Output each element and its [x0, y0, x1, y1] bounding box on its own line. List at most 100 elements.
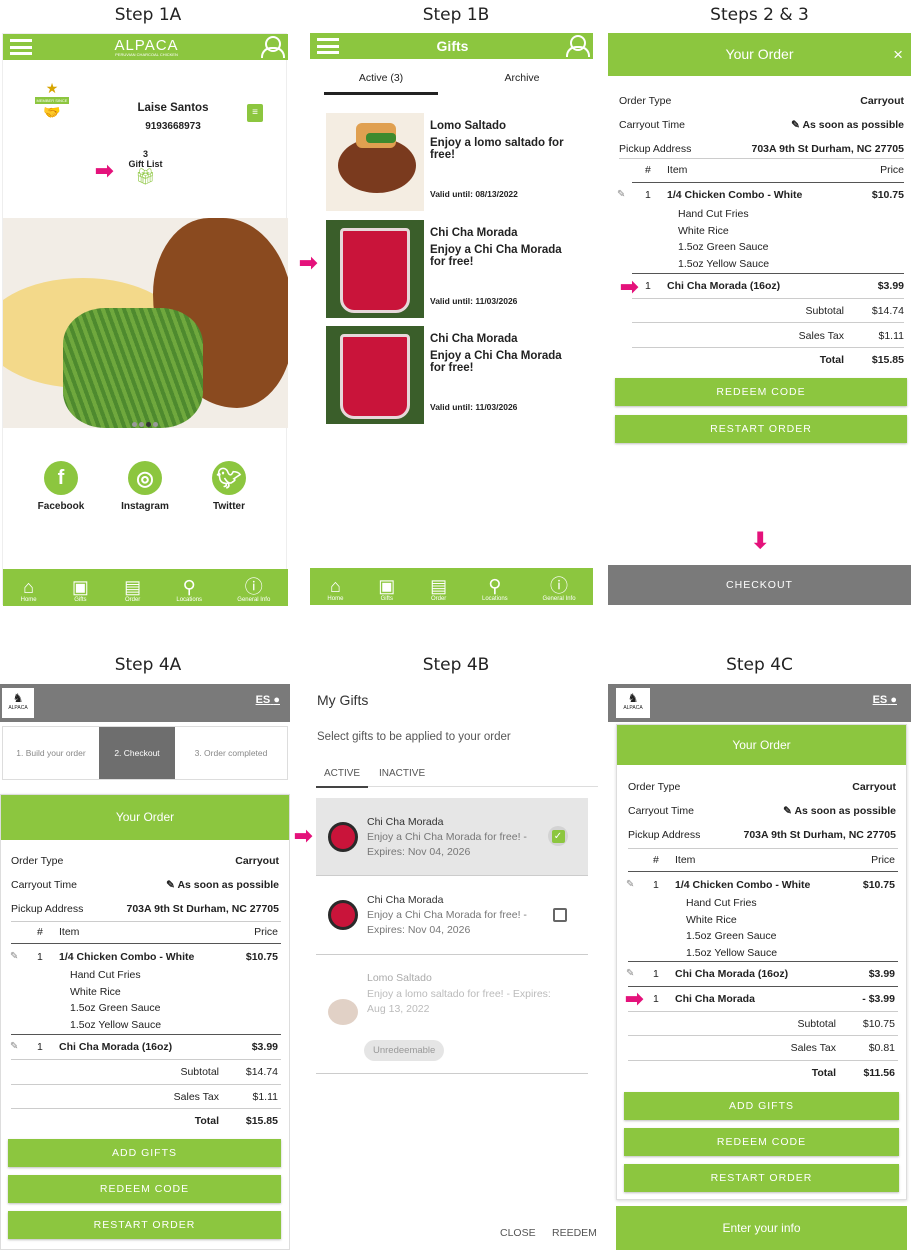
pin-icon: ⚲: [182, 577, 196, 597]
col-price: Price: [871, 854, 895, 866]
tab-inactive[interactable]: INACTIVE: [379, 768, 425, 779]
alpaca-logo[interactable]: ♞ ALPACA: [2, 688, 34, 718]
chicha-morada-image: [326, 326, 424, 424]
col-num: #: [653, 854, 659, 866]
restart-order-button[interactable]: RESTART ORDER: [624, 1164, 899, 1192]
gift-list-item-disabled: Lomo Saltado Enjoy a lomo saltado for fr…: [316, 955, 588, 1073]
pencil-icon[interactable]: ✎: [166, 879, 177, 891]
carousel-dots[interactable]: [131, 414, 159, 432]
modifier: 1.5oz Green Sauce: [678, 241, 769, 253]
nav-order[interactable]: ▤ Order: [124, 577, 141, 603]
gift-list-item[interactable]: Chi Cha Morada Enjoy a Chi Cha Morada fo…: [316, 876, 588, 953]
col-num: #: [37, 926, 43, 938]
nav-label: Home: [20, 597, 37, 603]
gift-list-item[interactable]: Chi Cha Morada Enjoy a Chi Cha Morada fo…: [316, 798, 588, 875]
total-label: Total: [194, 1115, 219, 1127]
pencil-icon[interactable]: ✎: [626, 879, 634, 890]
divider: [11, 921, 281, 922]
web-header: ♞ ALPACA ES ●: [608, 684, 911, 722]
gift-card[interactable]: Chi Cha Morada Enjoy a Chi Cha Morada fo…: [326, 220, 588, 318]
nav-label: General Info: [237, 597, 271, 603]
nav-general-info[interactable]: ⓘ General Info: [543, 576, 576, 602]
divider: [11, 1059, 281, 1060]
home-icon: ⌂: [23, 577, 35, 597]
step-23-screen: Your Order × Order Type Carryout Carryout…: [608, 33, 911, 605]
step-build-order[interactable]: 1. Build your order: [3, 727, 99, 779]
pencil-icon[interactable]: ✎: [791, 119, 802, 131]
check-icon: ✓: [551, 829, 565, 843]
menu-icon[interactable]: [317, 38, 339, 54]
gift-icon: 🎁︎: [135, 169, 156, 186]
language-toggle[interactable]: ES ●: [873, 694, 897, 706]
pickup-address-label: Pickup Address: [11, 903, 84, 915]
item-price: $3.99: [868, 968, 895, 980]
subtotal-value: $10.75: [862, 1018, 895, 1030]
modifier: 1.5oz Yellow Sauce: [686, 946, 778, 959]
pencil-icon[interactable]: ✎: [617, 189, 625, 200]
pencil-icon[interactable]: ✎: [783, 805, 794, 817]
gift-title: Lomo Saltado: [430, 120, 507, 132]
gift-valid-until: Valid until: 08/13/2022: [430, 189, 518, 199]
close-icon[interactable]: ×: [893, 33, 903, 76]
total-label: Total: [811, 1067, 836, 1079]
pencil-icon[interactable]: ✎: [10, 951, 18, 962]
gift-checkbox[interactable]: [553, 908, 567, 922]
nav-gifts[interactable]: ▣ Gifts: [378, 576, 395, 602]
add-gifts-button[interactable]: ADD GIFTS: [624, 1092, 899, 1120]
nav-general-info[interactable]: ⓘ General Info: [237, 577, 270, 603]
nav-home[interactable]: ⌂ Home: [21, 577, 37, 603]
pickup-address-value: 703A 9th St Durham, NC 27705: [743, 829, 896, 841]
receipt-icon[interactable]: ≡: [247, 104, 263, 122]
gift-description: Enjoy a Chi Cha Morada for free!: [430, 350, 562, 374]
my-gifts-title: My Gifts: [317, 692, 369, 708]
twitter-link[interactable]: 🐦︎ Twitter: [189, 461, 269, 512]
modifier: White Rice: [678, 224, 729, 237]
user-icon[interactable]: [565, 35, 590, 57]
nav-home[interactable]: ⌂ Home: [327, 576, 343, 602]
divider: [11, 1108, 281, 1109]
pencil-icon[interactable]: ✎: [10, 1041, 18, 1052]
close-button[interactable]: CLOSE: [500, 1227, 536, 1239]
gift-count: 3: [142, 149, 148, 159]
gift-card[interactable]: Chi Cha Morada Enjoy a Chi Cha Morada fo…: [326, 326, 588, 424]
gift-checkbox[interactable]: ✓: [548, 826, 568, 846]
pencil-icon[interactable]: ✎: [626, 968, 634, 979]
tab-active[interactable]: Active (3): [324, 67, 438, 95]
nav-locations[interactable]: ⚲ Locations: [482, 576, 508, 602]
col-num: #: [645, 164, 651, 176]
step-order-completed[interactable]: 3. Order completed: [175, 727, 287, 779]
checkout-button[interactable]: CHECKOUT: [608, 565, 911, 605]
gift-card[interactable]: Lomo Saltado Enjoy a lomo saltado for fr…: [326, 113, 588, 211]
redeem-code-button[interactable]: REDEEM CODE: [615, 378, 907, 406]
language-toggle[interactable]: ES ●: [256, 694, 280, 706]
gift-list-label: Gift List: [128, 159, 163, 169]
add-gifts-button[interactable]: ADD GIFTS: [8, 1139, 281, 1167]
nav-locations[interactable]: ⚲ Locations: [176, 577, 202, 603]
tab-active[interactable]: ACTIVE: [316, 768, 368, 788]
redeem-code-button[interactable]: REDEEM CODE: [624, 1128, 899, 1156]
enter-info-button[interactable]: Enter your info: [616, 1206, 907, 1250]
step-23-title: Steps 2 & 3: [710, 5, 809, 25]
nav-gifts[interactable]: ▣ Gifts: [72, 577, 89, 603]
user-icon[interactable]: [261, 36, 285, 58]
redeem-code-button[interactable]: REDEEM CODE: [8, 1175, 281, 1203]
menu-icon[interactable]: [10, 39, 32, 55]
item-modifiers: Hand Cut Fries White Rice 1.5oz Green Sa…: [70, 967, 161, 1033]
divider: [11, 1084, 281, 1085]
item-qty: 1: [653, 993, 659, 1005]
redeem-button[interactable]: REEDEM: [552, 1227, 597, 1239]
tab-archive[interactable]: Archive: [465, 67, 579, 95]
step-4a-title: Step 4A: [114, 655, 182, 675]
item-name: Chi Cha Morada: [675, 993, 755, 1005]
modifier: White Rice: [70, 985, 121, 998]
step-1a-screen: ALPACA PERUVIAN CHARCOAL CHICKEN ★ MEMBE…: [2, 33, 288, 606]
nav-order[interactable]: ▤ Order: [430, 576, 447, 602]
gift-list-link[interactable]: 3 Gift List 🎁︎: [113, 149, 178, 187]
facebook-link[interactable]: f Facebook: [21, 461, 101, 512]
instagram-link[interactable]: ◎ Instagram: [105, 461, 185, 512]
step-checkout[interactable]: 2. Checkout: [99, 727, 175, 779]
restart-order-button[interactable]: RESTART ORDER: [615, 415, 907, 443]
my-gifts-subtitle: Select gifts to be applied to your order: [317, 731, 511, 743]
restart-order-button[interactable]: RESTART ORDER: [8, 1211, 281, 1239]
alpaca-logo[interactable]: ♞ ALPACA: [616, 688, 650, 718]
